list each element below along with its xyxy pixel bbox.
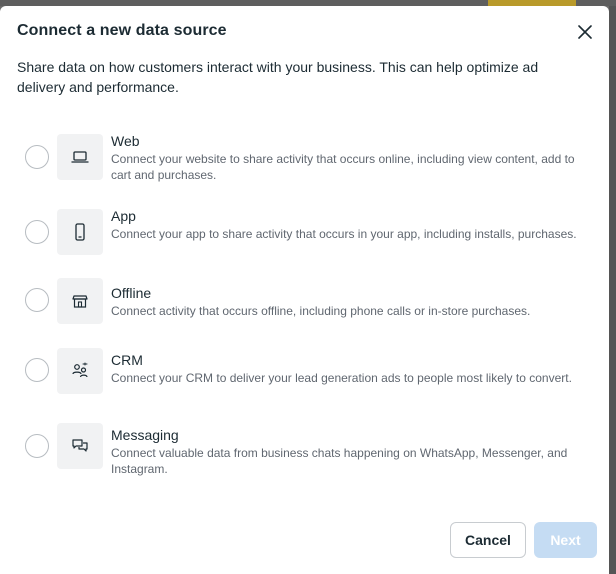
option-app[interactable]: App Connect your app to share activity t… [0, 207, 609, 263]
option-offline-icon-box [57, 278, 103, 324]
people-icon [72, 362, 88, 378]
store-icon [72, 295, 88, 308]
radio-offline[interactable] [25, 288, 49, 312]
option-web-icon-box [57, 134, 103, 180]
option-web[interactable]: Web Connect your website to share activi… [0, 132, 609, 188]
close-icon [578, 25, 592, 39]
option-title: Offline [111, 285, 152, 301]
option-description: Connect your CRM to deliver your lead ge… [111, 371, 572, 385]
option-app-icon-box [57, 209, 103, 255]
laptop-icon [71, 151, 89, 163]
radio-messaging[interactable] [25, 434, 49, 458]
next-button[interactable]: Next [534, 522, 597, 558]
radio-app[interactable] [25, 220, 49, 244]
option-title: App [111, 208, 136, 224]
phone-icon [75, 223, 85, 241]
radio-crm[interactable] [25, 358, 49, 382]
option-crm[interactable]: CRM Connect your CRM to deliver your lea… [0, 348, 609, 404]
option-title: Web [111, 133, 140, 149]
option-title: CRM [111, 352, 143, 368]
close-button[interactable] [574, 21, 596, 43]
radio-web[interactable] [25, 145, 49, 169]
option-messaging-icon-box [57, 423, 103, 469]
chat-icon [72, 439, 88, 452]
dialog-title: Connect a new data source [17, 22, 227, 39]
backdrop-edge [609, 6, 616, 574]
option-title: Messaging [111, 427, 179, 443]
cancel-button[interactable]: Cancel [450, 522, 526, 558]
dialog-description: Share data on how customers interact wit… [17, 59, 539, 95]
connect-data-source-dialog: Connect a new data source Share data on … [0, 6, 609, 574]
option-description: Connect your website to share activity t… [111, 152, 575, 182]
option-description: Connect your app to share activity that … [111, 227, 577, 241]
option-offline[interactable]: Offline Connect activity that occurs off… [0, 278, 609, 326]
option-crm-icon-box [57, 348, 103, 394]
option-messaging[interactable]: Messaging Connect valuable data from bus… [0, 422, 609, 478]
option-description: Connect activity that occurs offline, in… [111, 304, 531, 318]
option-description: Connect valuable data from business chat… [111, 446, 568, 476]
